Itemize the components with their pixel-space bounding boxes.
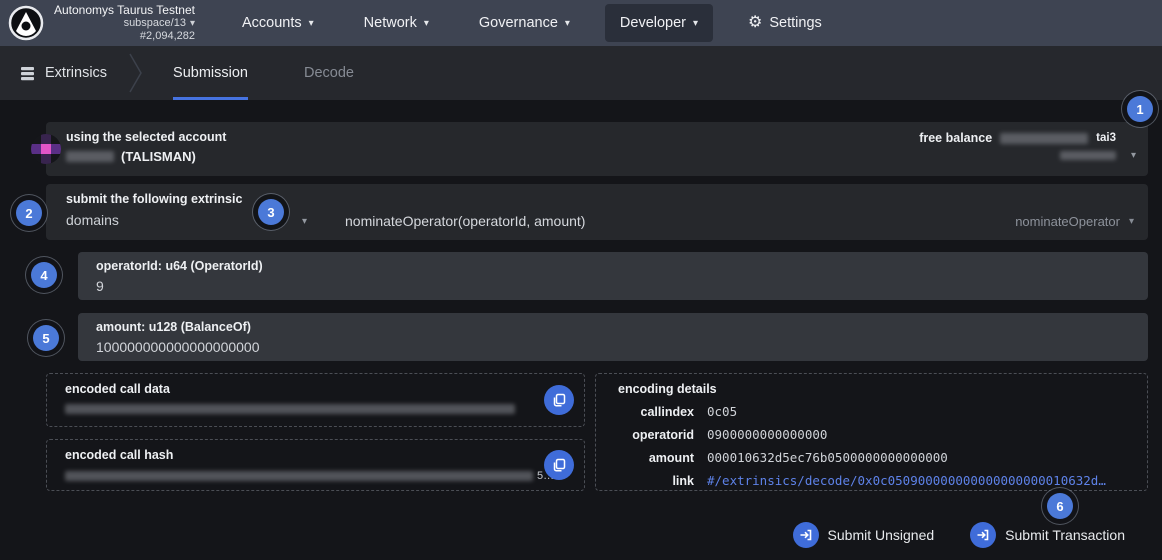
redacted-balance-value	[1000, 133, 1088, 144]
method-name: nominateOperator	[1015, 214, 1120, 229]
nav-network[interactable]: Network ▾	[349, 4, 444, 42]
extrinsics-icon	[20, 66, 35, 81]
redacted-balance-secondary	[1060, 151, 1116, 160]
nav-settings-label: Settings	[769, 15, 821, 31]
redacted-call-data	[65, 404, 515, 414]
pallet-select[interactable]: submit the following extrinsic domains	[66, 192, 242, 228]
tab-decode[interactable]: Decode	[276, 46, 382, 100]
nav-developer-label: Developer	[620, 15, 686, 31]
param-input-amount[interactable]: amount: u128 (BalanceOf) 100000000000000…	[78, 313, 1148, 361]
annotation-step-4: 4	[31, 262, 57, 288]
param-operatorid-value[interactable]: 9	[96, 278, 1130, 294]
section-label: Extrinsics	[45, 65, 107, 81]
extrinsic-select: submit the following extrinsic domains ▾…	[46, 184, 1148, 240]
chevron-down-icon: ▾	[693, 18, 698, 29]
copy-call-data-button[interactable]	[544, 385, 574, 415]
pallet-value[interactable]: domains	[66, 212, 242, 228]
account-dropdown-chevron-icon[interactable]: ▾	[1131, 150, 1136, 161]
account-select[interactable]: using the selected account (TALISMAN) fr…	[46, 122, 1148, 176]
nav-governance-label: Governance	[479, 15, 558, 31]
chain-brand[interactable]: Autonomys Taurus Testnet subspace/13 ▾ #…	[0, 3, 195, 43]
chevron-down-icon: ▾	[309, 18, 314, 29]
nav-settings[interactable]: ⚙ Settings	[733, 4, 837, 42]
detail-value-callindex: 0c05	[707, 404, 1125, 419]
chevron-down-icon: ▾	[565, 18, 570, 29]
annotation-step-3: 3	[258, 199, 284, 225]
annotation-step-1: 1	[1127, 96, 1153, 122]
detail-key-amount: amount	[618, 451, 694, 465]
settings-gear-icon: ⚙	[748, 15, 762, 31]
redacted-account-name	[66, 151, 114, 162]
sign-in-icon	[970, 522, 996, 548]
breadcrumb-chevron-icon	[127, 46, 145, 100]
submit-actions: Submit Unsigned Submit Transaction	[793, 522, 1125, 548]
detail-key-callindex: callindex	[618, 405, 694, 419]
nav-accounts-label: Accounts	[242, 15, 302, 31]
detail-value-amount: 000010632d5ec76b0500000000000000	[707, 450, 1125, 465]
sign-in-icon	[793, 522, 819, 548]
encoding-details: encoding details callindex 0c05 operator…	[595, 373, 1148, 491]
runtime-label: subspace/13	[124, 17, 186, 30]
detail-key-link: link	[618, 474, 694, 488]
token-unit: tai3	[1096, 132, 1116, 144]
top-navbar: Autonomys Taurus Testnet subspace/13 ▾ #…	[0, 0, 1162, 46]
param-amount-label: amount: u128 (BalanceOf)	[96, 320, 1130, 334]
selected-account: using the selected account (TALISMAN)	[66, 130, 226, 164]
free-balance-label: free balance	[919, 131, 992, 145]
tab-submission[interactable]: Submission	[145, 46, 276, 100]
decode-link[interactable]: #/extrinsics/decode/0x0c0509000000000000…	[707, 473, 1125, 488]
copy-icon	[552, 393, 566, 407]
chain-info: Autonomys Taurus Testnet subspace/13 ▾ #…	[54, 3, 195, 43]
redacted-call-hash	[65, 471, 533, 481]
submit-transaction-label: Submit Transaction	[1005, 527, 1125, 543]
extrinsic-select-label: submit the following extrinsic	[66, 192, 242, 206]
pallet-dropdown-chevron-icon[interactable]: ▾	[302, 216, 307, 227]
account-name-suffix: (TALISMAN)	[121, 149, 196, 164]
submit-transaction-button[interactable]: Submit Transaction	[970, 522, 1125, 548]
copy-call-hash-button[interactable]	[544, 450, 574, 480]
annotation-step-2: 2	[16, 200, 42, 226]
section-title: Extrinsics	[0, 46, 127, 100]
chevron-down-icon: ▾	[424, 18, 429, 29]
submit-unsigned-label: Submit Unsigned	[828, 527, 935, 543]
param-input-operatorid[interactable]: operatorId: u64 (OperatorId) 9	[78, 252, 1148, 300]
param-amount-value[interactable]: 100000000000000000000	[96, 339, 1130, 355]
chevron-down-icon: ▾	[190, 18, 195, 30]
account-identicon	[31, 134, 61, 164]
encoded-call-hash-label: encoded call hash	[65, 448, 566, 462]
page-header: Extrinsics Submission Decode	[0, 46, 1162, 100]
param-operatorid-label: operatorId: u64 (OperatorId)	[96, 259, 1130, 273]
runtime-selector[interactable]: subspace/13 ▾	[124, 17, 195, 30]
nav-network-label: Network	[364, 15, 417, 31]
encoding-details-title: encoding details	[618, 382, 1125, 396]
chain-name: Autonomys Taurus Testnet	[54, 3, 195, 17]
method-dropdown-chevron-icon: ▾	[1129, 216, 1134, 227]
extrinsics-app: Autonomys Taurus Testnet subspace/13 ▾ #…	[0, 0, 1162, 560]
tab-submission-label: Submission	[173, 65, 248, 81]
free-balance: free balance tai3	[919, 131, 1116, 160]
chain-logo-icon	[8, 5, 44, 41]
nav-governance[interactable]: Governance ▾	[464, 4, 585, 42]
best-block-number: #2,094,282	[140, 30, 195, 43]
nav-developer[interactable]: Developer ▾	[605, 4, 713, 42]
method-select[interactable]: nominateOperator ▾	[1015, 214, 1134, 229]
tab-decode-label: Decode	[304, 65, 354, 81]
encoded-call-hash: encoded call hash 5…	[46, 439, 585, 491]
account-name: (TALISMAN)	[66, 149, 226, 164]
nav-accounts[interactable]: Accounts ▾	[227, 4, 329, 42]
detail-value-operatorid: 0900000000000000	[707, 427, 1125, 442]
copy-icon	[552, 458, 566, 472]
method-signature[interactable]: nominateOperator(operatorId, amount)	[345, 213, 585, 229]
account-select-label: using the selected account	[66, 130, 226, 144]
main-nav: Accounts ▾ Network ▾ Governance ▾ Develo…	[227, 0, 837, 46]
encoded-call-data-label: encoded call data	[65, 382, 566, 396]
detail-key-operatorid: operatorid	[618, 428, 694, 442]
annotation-step-5: 5	[33, 325, 59, 351]
submit-unsigned-button[interactable]: Submit Unsigned	[793, 522, 935, 548]
annotation-step-6: 6	[1047, 493, 1073, 519]
encoded-call-data: encoded call data	[46, 373, 585, 427]
